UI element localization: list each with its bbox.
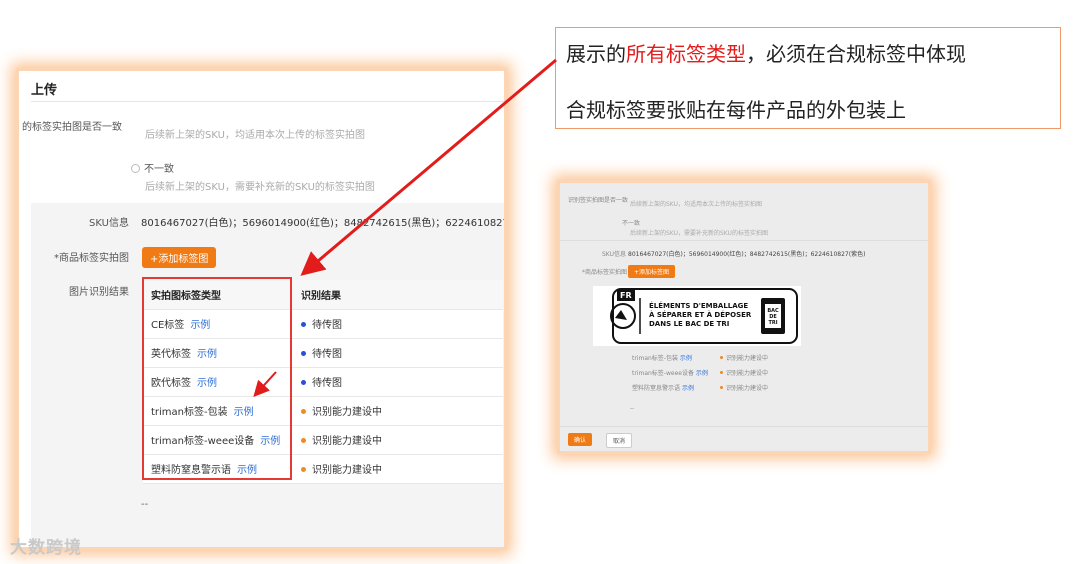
status-text: 待传图 bbox=[312, 349, 342, 360]
radio-inconsistent[interactable]: 不一致 bbox=[622, 218, 640, 227]
sku-label: SKU信息 bbox=[602, 251, 626, 258]
right-screenshot: 识别签实拍图是否一致 后续新上架的SKU，均适用本次上传的标签实拍图 不一致 后… bbox=[560, 183, 928, 451]
sku-label: SKU信息 bbox=[89, 218, 129, 229]
example-link[interactable]: 示例 bbox=[680, 355, 692, 362]
page-title: 上传 bbox=[31, 83, 58, 98]
status-text: 识别能力建设中 bbox=[312, 465, 382, 476]
header-result: 识别结果 bbox=[293, 280, 503, 310]
recognition-label: 图片识别结果 bbox=[69, 287, 129, 298]
divider bbox=[560, 240, 928, 241]
status-dot-icon bbox=[301, 438, 306, 443]
status-dot-icon bbox=[720, 386, 723, 389]
row-type: 塑料防窒息警示语 示例 bbox=[632, 385, 694, 392]
bin-text: BAC DE TRI bbox=[767, 308, 779, 326]
divider bbox=[31, 101, 504, 102]
watermark-logo: 大数跨境 bbox=[10, 538, 82, 558]
row-status: 识别能力建设中 bbox=[720, 383, 768, 392]
add-label-photo-button[interactable]: +添加标签图 bbox=[142, 247, 217, 268]
row-type: triman标签-weee设备 示例 bbox=[632, 370, 708, 377]
callout-line-2: 合规标签要张贴在每件产品的外包装上 bbox=[566, 98, 906, 122]
callout-line-1: 展示的所有标签类型，必须在合规标签中体现 bbox=[566, 42, 966, 66]
status-text: 待传图 bbox=[312, 320, 342, 331]
status-text: 待传图 bbox=[312, 378, 342, 389]
callout-highlight: 所有标签类型 bbox=[626, 42, 746, 66]
fr-tag: FR bbox=[617, 290, 635, 301]
annotation-callout: 展示的所有标签类型，必须在合规标签中体现 合规标签要张贴在每件产品的外包装上 bbox=[555, 27, 1061, 129]
inconsistent-option-hint: 后续新上架的SKU，需要补充新的SKU的标签实拍图 bbox=[145, 182, 375, 193]
badge-text: ÉLÉMENTS D'EMBALLAGE À SÉPARER ET À DÉPO… bbox=[649, 302, 752, 328]
status-dot-icon bbox=[301, 380, 306, 385]
hint-1: 后续新上架的SKU，均适用本次上传的标签实拍图 bbox=[630, 201, 762, 208]
status-dot-icon bbox=[720, 356, 723, 359]
status-text: 识别能力建设中 bbox=[312, 407, 382, 418]
status-dot-icon bbox=[301, 351, 306, 356]
status-dot-icon bbox=[301, 322, 306, 327]
status-dot-icon bbox=[301, 409, 306, 414]
photo-label: *商品标签实拍图 bbox=[54, 253, 129, 264]
status-text: 识别能力建设中 bbox=[312, 436, 382, 447]
example-link[interactable]: 示例 bbox=[696, 370, 708, 377]
left-screenshot: 上传 的标签实拍图是否一致 后续新上架的SKU，均适用本次上传的标签实拍图 不一… bbox=[19, 71, 504, 547]
row-status: 识别能力建设中 bbox=[720, 353, 768, 362]
cancel-button[interactable]: 取消 bbox=[606, 433, 633, 448]
photo-label: *商品标签实拍图 bbox=[582, 269, 628, 276]
empty-dash: -- bbox=[141, 499, 149, 510]
label-type-highlight-box bbox=[142, 277, 292, 480]
status-dot-icon bbox=[301, 467, 306, 472]
row-status: 识别能力建设中 bbox=[720, 368, 768, 377]
consistency-question-label: 的标签实拍图是否一致 bbox=[22, 122, 122, 133]
divider bbox=[560, 426, 928, 427]
confirm-button[interactable]: 确认 bbox=[568, 433, 593, 446]
row-type: triman标签-包装 示例 bbox=[632, 355, 692, 362]
question-label: 识别签实拍图是否一致 bbox=[568, 197, 629, 204]
triman-badge-image: FR ÉLÉMENTS D'EMBALLAGE À SÉPARER ET À D… bbox=[593, 286, 801, 346]
radio-circle-icon bbox=[131, 164, 140, 173]
empty-dash: -- bbox=[630, 405, 635, 412]
radio-inconsistent[interactable]: 不一致 bbox=[131, 160, 174, 175]
consistent-option-hint: 后续新上架的SKU，均适用本次上传的标签实拍图 bbox=[145, 130, 365, 141]
add-label-photo-button[interactable]: +添加标签图 bbox=[628, 265, 676, 278]
status-dot-icon bbox=[720, 371, 723, 374]
hint-2: 后续新上架的SKU，需要补充新的SKU的标签实拍图 bbox=[630, 230, 768, 237]
example-link[interactable]: 示例 bbox=[682, 385, 694, 392]
sku-value: 8016467027(白色)；5696014900(红色)；8482742615… bbox=[141, 218, 504, 229]
sku-value: 8016467027(白色)；5696014900(红色)；8482742615… bbox=[628, 251, 866, 258]
